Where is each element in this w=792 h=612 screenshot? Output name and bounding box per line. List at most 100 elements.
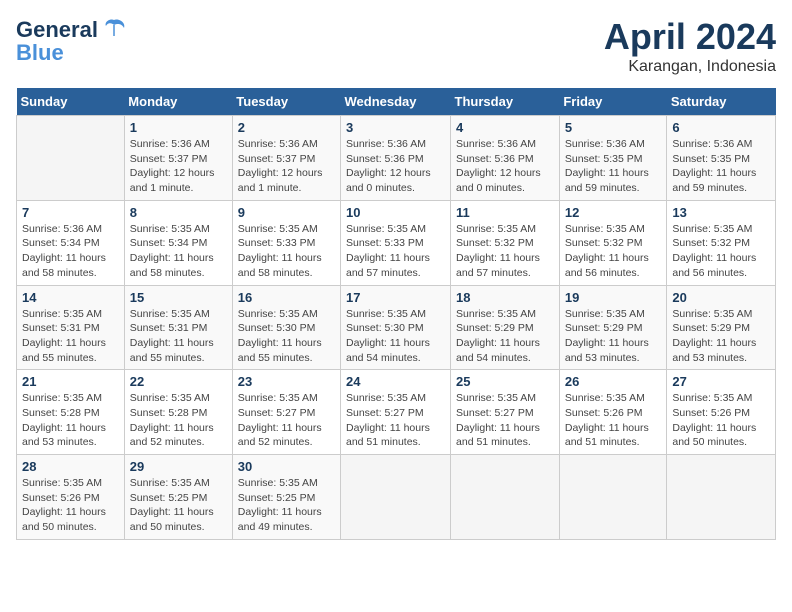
day-info: Sunrise: 5:35 AM Sunset: 5:33 PM Dayligh… bbox=[238, 222, 335, 281]
day-info: Sunrise: 5:35 AM Sunset: 5:29 PM Dayligh… bbox=[456, 307, 554, 366]
logo-bird-icon bbox=[100, 16, 128, 44]
month-title: April 2024 bbox=[604, 16, 776, 58]
day-number: 26 bbox=[565, 374, 662, 389]
day-number: 2 bbox=[238, 120, 335, 135]
week-row-4: 28 Sunrise: 5:35 AM Sunset: 5:26 PM Dayli… bbox=[17, 455, 776, 540]
day-number: 29 bbox=[130, 459, 227, 474]
calendar-cell: 14 Sunrise: 5:35 AM Sunset: 5:31 PM Dayli… bbox=[17, 285, 125, 370]
day-number: 22 bbox=[130, 374, 227, 389]
day-info: Sunrise: 5:35 AM Sunset: 5:32 PM Dayligh… bbox=[565, 222, 662, 281]
calendar-cell: 18 Sunrise: 5:35 AM Sunset: 5:29 PM Dayli… bbox=[451, 285, 560, 370]
day-info: Sunrise: 5:35 AM Sunset: 5:27 PM Dayligh… bbox=[346, 391, 445, 450]
calendar-cell: 4 Sunrise: 5:36 AM Sunset: 5:36 PM Daylig… bbox=[451, 116, 560, 201]
calendar-cell: 1 Sunrise: 5:36 AM Sunset: 5:37 PM Daylig… bbox=[124, 116, 232, 201]
day-number: 19 bbox=[565, 290, 662, 305]
day-info: Sunrise: 5:35 AM Sunset: 5:27 PM Dayligh… bbox=[456, 391, 554, 450]
location: Karangan, Indonesia bbox=[604, 58, 776, 76]
day-number: 3 bbox=[346, 120, 445, 135]
calendar-cell bbox=[451, 455, 560, 540]
logo-blue-text: Blue bbox=[16, 40, 64, 66]
day-number: 30 bbox=[238, 459, 335, 474]
day-info: Sunrise: 5:35 AM Sunset: 5:27 PM Dayligh… bbox=[238, 391, 335, 450]
calendar-cell: 27Sunrise: 5:35 AM Sunset: 5:26 PM Dayli… bbox=[667, 370, 776, 455]
day-info: Sunrise: 5:35 AM Sunset: 5:31 PM Dayligh… bbox=[130, 307, 227, 366]
day-info: Sunrise: 5:35 AM Sunset: 5:26 PM Dayligh… bbox=[22, 476, 119, 535]
calendar-cell bbox=[17, 116, 125, 201]
day-info: Sunrise: 5:36 AM Sunset: 5:34 PM Dayligh… bbox=[22, 222, 119, 281]
day-info: Sunrise: 5:35 AM Sunset: 5:26 PM Dayligh… bbox=[565, 391, 662, 450]
day-number: 24 bbox=[346, 374, 445, 389]
calendar-cell: 7 Sunrise: 5:36 AM Sunset: 5:34 PM Daylig… bbox=[17, 200, 125, 285]
day-number: 16 bbox=[238, 290, 335, 305]
day-info: Sunrise: 5:36 AM Sunset: 5:35 PM Dayligh… bbox=[565, 137, 662, 196]
day-number: 20 bbox=[672, 290, 770, 305]
calendar-cell: 13Sunrise: 5:35 AM Sunset: 5:32 PM Dayli… bbox=[667, 200, 776, 285]
day-info: Sunrise: 5:36 AM Sunset: 5:37 PM Dayligh… bbox=[238, 137, 335, 196]
calendar-cell: 8Sunrise: 5:35 AM Sunset: 5:34 PM Daylig… bbox=[124, 200, 232, 285]
day-info: Sunrise: 5:35 AM Sunset: 5:30 PM Dayligh… bbox=[238, 307, 335, 366]
day-info: Sunrise: 5:36 AM Sunset: 5:36 PM Dayligh… bbox=[346, 137, 445, 196]
day-info: Sunrise: 5:35 AM Sunset: 5:34 PM Dayligh… bbox=[130, 222, 227, 281]
calendar-cell: 6 Sunrise: 5:36 AM Sunset: 5:35 PM Daylig… bbox=[667, 116, 776, 201]
day-number: 21 bbox=[22, 374, 119, 389]
calendar-cell: 20Sunrise: 5:35 AM Sunset: 5:29 PM Dayli… bbox=[667, 285, 776, 370]
calendar-cell bbox=[559, 455, 667, 540]
day-info: Sunrise: 5:35 AM Sunset: 5:33 PM Dayligh… bbox=[346, 222, 445, 281]
logo: General Blue bbox=[16, 16, 128, 66]
day-info: Sunrise: 5:35 AM Sunset: 5:29 PM Dayligh… bbox=[565, 307, 662, 366]
day-number: 18 bbox=[456, 290, 554, 305]
day-info: Sunrise: 5:35 AM Sunset: 5:25 PM Dayligh… bbox=[130, 476, 227, 535]
day-info: Sunrise: 5:35 AM Sunset: 5:32 PM Dayligh… bbox=[672, 222, 770, 281]
calendar-cell: 19 Sunrise: 5:35 AM Sunset: 5:29 PM Dayli… bbox=[559, 285, 667, 370]
calendar-cell: 22 Sunrise: 5:35 AM Sunset: 5:28 PM Dayli… bbox=[124, 370, 232, 455]
day-number: 4 bbox=[456, 120, 554, 135]
day-number: 27 bbox=[672, 374, 770, 389]
day-info: Sunrise: 5:35 AM Sunset: 5:31 PM Dayligh… bbox=[22, 307, 119, 366]
calendar-cell: 15 Sunrise: 5:35 AM Sunset: 5:31 PM Dayli… bbox=[124, 285, 232, 370]
calendar-cell: 25 Sunrise: 5:35 AM Sunset: 5:27 PM Dayli… bbox=[451, 370, 560, 455]
day-number: 1 bbox=[130, 120, 227, 135]
day-info: Sunrise: 5:35 AM Sunset: 5:28 PM Dayligh… bbox=[130, 391, 227, 450]
day-number: 15 bbox=[130, 290, 227, 305]
calendar-cell: 28 Sunrise: 5:35 AM Sunset: 5:26 PM Dayli… bbox=[17, 455, 125, 540]
week-row-3: 21 Sunrise: 5:35 AM Sunset: 5:28 PM Dayli… bbox=[17, 370, 776, 455]
calendar-cell: 10 Sunrise: 5:35 AM Sunset: 5:33 PM Dayli… bbox=[341, 200, 451, 285]
calendar-cell: 24 Sunrise: 5:35 AM Sunset: 5:27 PM Dayli… bbox=[341, 370, 451, 455]
day-number: 12 bbox=[565, 205, 662, 220]
day-info: Sunrise: 5:36 AM Sunset: 5:37 PM Dayligh… bbox=[130, 137, 227, 196]
day-info: Sunrise: 5:36 AM Sunset: 5:36 PM Dayligh… bbox=[456, 137, 554, 196]
week-row-1: 7 Sunrise: 5:36 AM Sunset: 5:34 PM Daylig… bbox=[17, 200, 776, 285]
calendar-cell: 23 Sunrise: 5:35 AM Sunset: 5:27 PM Dayli… bbox=[232, 370, 340, 455]
calendar-cell: 5 Sunrise: 5:36 AM Sunset: 5:35 PM Daylig… bbox=[559, 116, 667, 201]
day-number: 28 bbox=[22, 459, 119, 474]
day-number: 14 bbox=[22, 290, 119, 305]
calendar-cell: 16 Sunrise: 5:35 AM Sunset: 5:30 PM Dayli… bbox=[232, 285, 340, 370]
day-number: 23 bbox=[238, 374, 335, 389]
header-tuesday: Tuesday bbox=[232, 88, 340, 116]
day-number: 5 bbox=[565, 120, 662, 135]
calendar-cell bbox=[667, 455, 776, 540]
day-number: 25 bbox=[456, 374, 554, 389]
day-number: 11 bbox=[456, 205, 554, 220]
day-number: 7 bbox=[22, 205, 119, 220]
calendar-cell bbox=[341, 455, 451, 540]
header-row: SundayMondayTuesdayWednesdayThursdayFrid… bbox=[17, 88, 776, 116]
header-sunday: Sunday bbox=[17, 88, 125, 116]
day-number: 9 bbox=[238, 205, 335, 220]
calendar-cell: 11Sunrise: 5:35 AM Sunset: 5:32 PM Dayli… bbox=[451, 200, 560, 285]
day-number: 10 bbox=[346, 205, 445, 220]
day-number: 6 bbox=[672, 120, 770, 135]
title-block: April 2024 Karangan, Indonesia bbox=[604, 16, 776, 76]
header-thursday: Thursday bbox=[451, 88, 560, 116]
day-info: Sunrise: 5:35 AM Sunset: 5:25 PM Dayligh… bbox=[238, 476, 335, 535]
day-number: 17 bbox=[346, 290, 445, 305]
calendar-cell: 12 Sunrise: 5:35 AM Sunset: 5:32 PM Dayli… bbox=[559, 200, 667, 285]
header-friday: Friday bbox=[559, 88, 667, 116]
calendar-cell: 30 Sunrise: 5:35 AM Sunset: 5:25 PM Dayli… bbox=[232, 455, 340, 540]
page-header: General Blue April 2024 Karangan, Indone… bbox=[16, 16, 776, 76]
week-row-0: 1 Sunrise: 5:36 AM Sunset: 5:37 PM Daylig… bbox=[17, 116, 776, 201]
week-row-2: 14 Sunrise: 5:35 AM Sunset: 5:31 PM Dayli… bbox=[17, 285, 776, 370]
calendar-cell: 3 Sunrise: 5:36 AM Sunset: 5:36 PM Daylig… bbox=[341, 116, 451, 201]
header-saturday: Saturday bbox=[667, 88, 776, 116]
day-info: Sunrise: 5:36 AM Sunset: 5:35 PM Dayligh… bbox=[672, 137, 770, 196]
